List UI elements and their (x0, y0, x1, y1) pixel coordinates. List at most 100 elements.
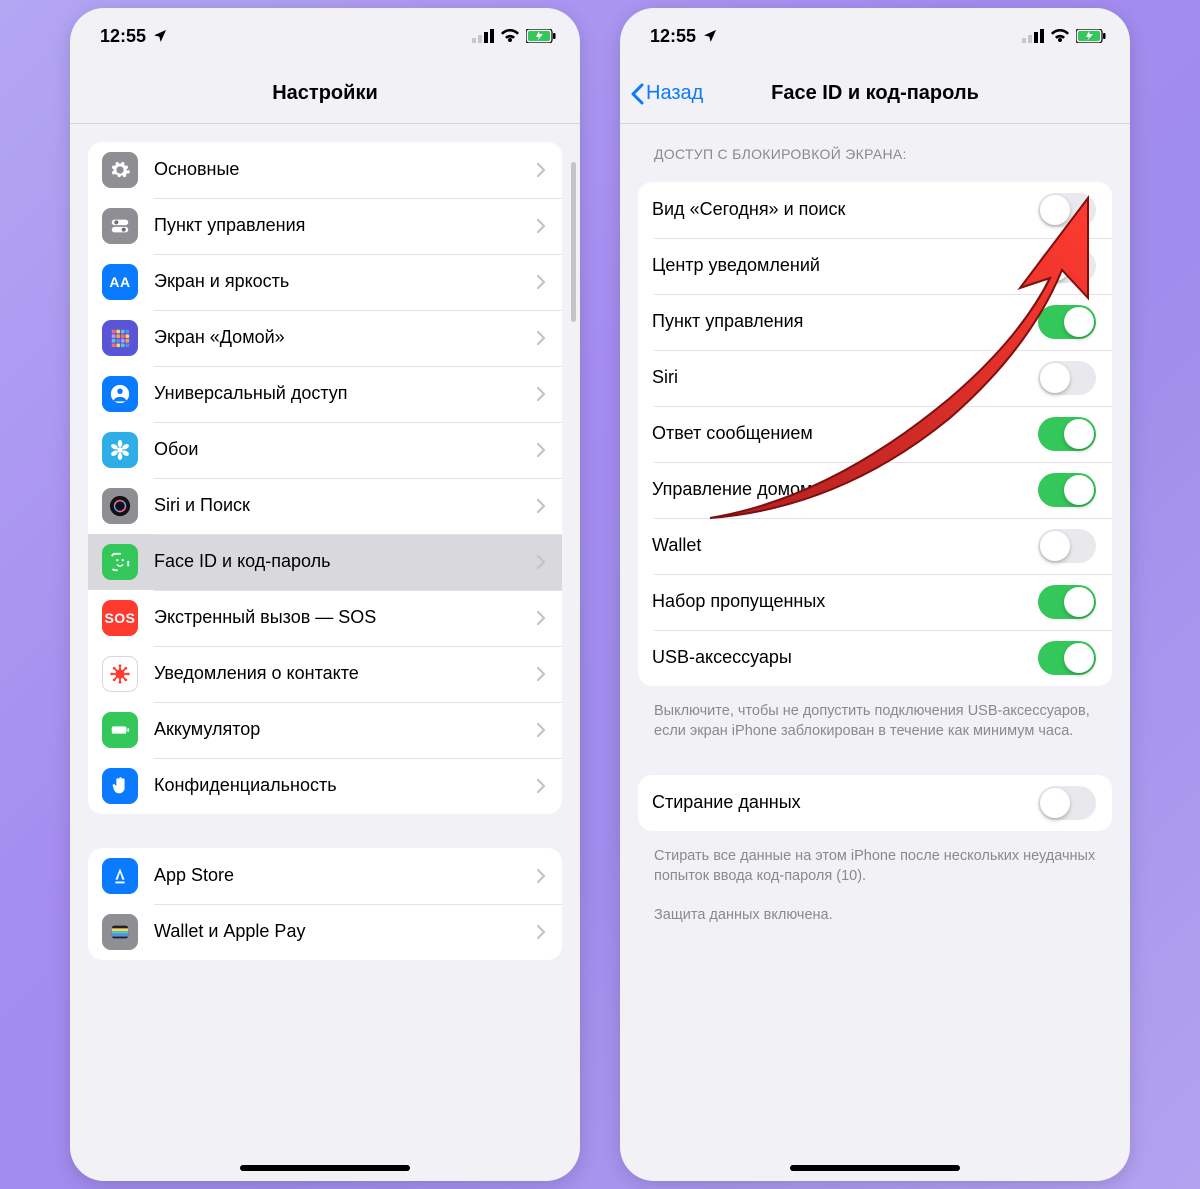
toggle-cc[interactable] (1038, 305, 1096, 339)
row-label: Ответ сообщением (652, 423, 1038, 445)
status-bar: 12:55 (620, 8, 1130, 64)
row-reply[interactable]: Ответ сообщением (638, 406, 1112, 462)
row-label: Пункт управления (652, 311, 1038, 333)
chevron-right-icon (536, 666, 546, 682)
chevron-right-icon (536, 924, 546, 940)
row-display[interactable]: AA Экран и яркость (88, 254, 562, 310)
row-label: Экстренный вызов — SOS (154, 607, 536, 629)
faceid-content: ДОСТУП С БЛОКИРОВКОЙ ЭКРАНА: Вид «Сегодн… (620, 124, 1130, 1181)
toggle-wallet[interactable] (1038, 529, 1096, 563)
back-button[interactable]: Назад (630, 82, 703, 105)
row-label: Siri и Поиск (154, 495, 536, 517)
chevron-right-icon (536, 554, 546, 570)
location-icon (152, 28, 168, 44)
row-home[interactable]: Экран «Домой» (88, 310, 562, 366)
erase-footer-1: Стирать все данные на этом iPhone после … (638, 841, 1112, 898)
row-wallpaper[interactable]: Обои (88, 422, 562, 478)
row-today[interactable]: Вид «Сегодня» и поиск (638, 182, 1112, 238)
status-bar: 12:55 (70, 8, 580, 64)
chevron-right-icon (536, 386, 546, 402)
section-header-lockscreen: ДОСТУП С БЛОКИРОВКОЙ ЭКРАНА: (638, 124, 1112, 170)
row-wallet[interactable]: Wallet и Apple Pay (88, 904, 562, 960)
status-time: 12:55 (100, 26, 146, 47)
row-usb[interactable]: USB-аксессуары (638, 630, 1112, 686)
row-label: Конфиденциальность (154, 775, 536, 797)
row-accessibility[interactable]: Универсальный доступ (88, 366, 562, 422)
row-label: Основные (154, 159, 536, 181)
row-control-center[interactable]: Пункт управления (88, 198, 562, 254)
toggle-siri[interactable] (1038, 361, 1096, 395)
battery-icon (1076, 29, 1106, 43)
cellular-icon (1022, 29, 1044, 43)
row-label: Набор пропущенных (652, 591, 1038, 613)
row-label: Face ID и код-пароль (154, 551, 536, 573)
settings-content: Основные Пункт управления AA Экран и яркост… (70, 124, 580, 1181)
nav-bar: Назад Face ID и код-пароль (620, 64, 1130, 124)
battery-icon (526, 29, 556, 43)
chevron-right-icon (536, 498, 546, 514)
row-wallet[interactable]: Wallet (638, 518, 1112, 574)
row-battery[interactable]: Аккумулятор (88, 702, 562, 758)
row-label: App Store (154, 865, 536, 887)
home-indicator[interactable] (790, 1165, 960, 1171)
chevron-right-icon (536, 218, 546, 234)
back-label: Назад (646, 82, 703, 105)
toggle-reply[interactable] (1038, 417, 1096, 451)
home-icon (102, 320, 138, 356)
row-home[interactable]: Управление домом (638, 462, 1112, 518)
faceid-icon (102, 544, 138, 580)
chevron-right-icon (536, 778, 546, 794)
wallet-icon (102, 914, 138, 950)
appstore-icon (102, 858, 138, 894)
row-label: Siri (652, 367, 1038, 389)
scrollbar[interactable] (571, 162, 576, 322)
toggle-erase-data[interactable] (1038, 786, 1096, 820)
row-exposure[interactable]: Уведомления о контакте (88, 646, 562, 702)
chevron-right-icon (536, 274, 546, 290)
row-label: Wallet (652, 535, 1038, 557)
row-faceid[interactable]: Face ID и код-пароль (88, 534, 562, 590)
row-missed[interactable]: Набор пропущенных (638, 574, 1112, 630)
phone-settings: 12:55 Настройки ОсновныеПункт (70, 8, 580, 1181)
row-erase-data[interactable]: Стирание данных (638, 775, 1112, 831)
row-label: Универсальный доступ (154, 383, 536, 405)
wifi-icon (500, 29, 520, 43)
accessibility-icon (102, 376, 138, 412)
wifi-icon (1050, 29, 1070, 43)
toggle-usb[interactable] (1038, 641, 1096, 675)
toggle-today[interactable] (1038, 193, 1096, 227)
row-label: Вид «Сегодня» и поиск (652, 199, 1038, 221)
erase-footer-2: Защита данных включена. (638, 898, 1112, 938)
row-cc[interactable]: Пункт управления (638, 294, 1112, 350)
siri-icon (102, 488, 138, 524)
page-title: Настройки (272, 82, 378, 105)
row-label: Обои (154, 439, 536, 461)
page-title: Face ID и код-пароль (771, 82, 979, 105)
chevron-right-icon (536, 722, 546, 738)
toggle-notif[interactable] (1038, 249, 1096, 283)
control-center-icon (102, 208, 138, 244)
row-siri[interactable]: Siri (638, 350, 1112, 406)
general-icon (102, 152, 138, 188)
row-label: Экран и яркость (154, 271, 536, 293)
display-icon: AA (102, 264, 138, 300)
home-indicator[interactable] (240, 1165, 410, 1171)
row-siri[interactable]: Siri и Поиск (88, 478, 562, 534)
cellular-icon (472, 29, 494, 43)
row-notif[interactable]: Центр уведомлений (638, 238, 1112, 294)
sos-icon: SOS (102, 600, 138, 636)
row-general[interactable]: Основные (88, 142, 562, 198)
row-label: Экран «Домой» (154, 327, 536, 349)
toggle-home[interactable] (1038, 473, 1096, 507)
row-privacy[interactable]: Конфиденциальность (88, 758, 562, 814)
row-appstore[interactable]: App Store (88, 848, 562, 904)
row-label: Пункт управления (154, 215, 536, 237)
toggle-missed[interactable] (1038, 585, 1096, 619)
battery-icon (102, 712, 138, 748)
chevron-right-icon (536, 442, 546, 458)
location-icon (702, 28, 718, 44)
status-time: 12:55 (650, 26, 696, 47)
chevron-right-icon (536, 330, 546, 346)
row-label: Аккумулятор (154, 719, 536, 741)
row-sos[interactable]: SOS Экстренный вызов — SOS (88, 590, 562, 646)
